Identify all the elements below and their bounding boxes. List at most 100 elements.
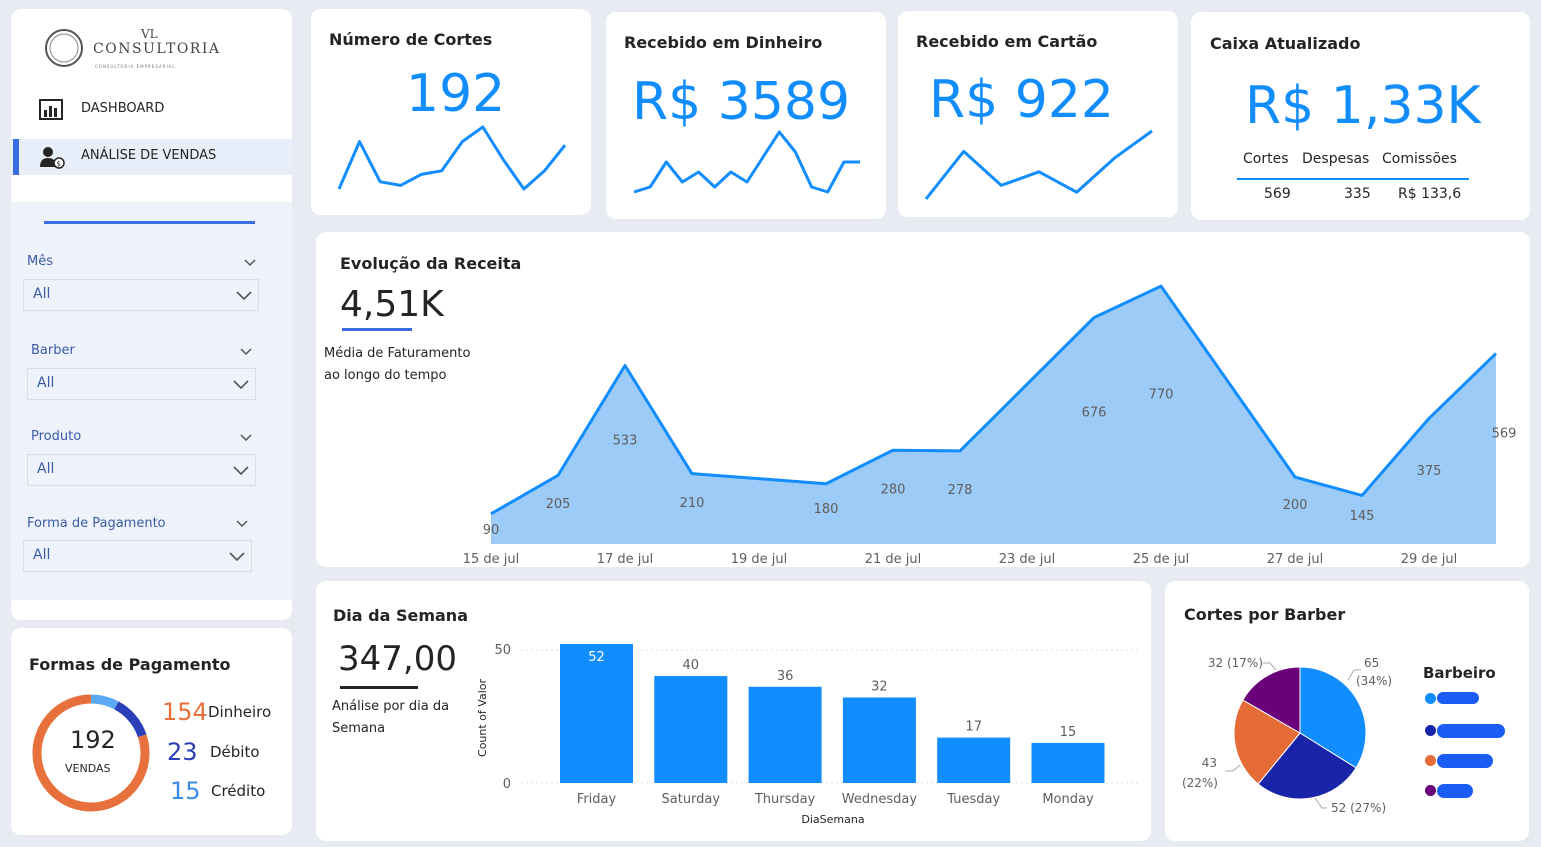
revenue-data-label: 569 [1492, 426, 1517, 441]
x-tick-label: 29 de jul [1401, 552, 1458, 567]
x-tick-label: Friday [577, 792, 617, 807]
bar[interactable] [937, 737, 1011, 783]
chevron-down-icon[interactable] [244, 259, 256, 267]
leader-line [1314, 797, 1327, 809]
active-indicator [13, 139, 19, 175]
nav-analise-vendas-label: ANÁLISE DE VENDAS [81, 148, 217, 163]
pie-data-label: 65 [1364, 656, 1379, 670]
bar[interactable] [1031, 742, 1105, 783]
filter-value-mes: All [33, 286, 51, 302]
kpi-cortes-title: Número de Cortes [329, 30, 493, 49]
x-tick-label: 15 de jul [463, 552, 520, 567]
caixa-value-comissoes: R$ 133,6 [1398, 186, 1462, 202]
x-tick-label: Thursday [754, 792, 816, 807]
payment-count-debito: 23 [167, 738, 198, 766]
revenue-data-label: 375 [1417, 464, 1442, 479]
bar-data-label: 36 [777, 669, 794, 684]
filter-value-pagamento: All [33, 547, 51, 563]
kpi-cortes-value: 192 [406, 64, 506, 124]
y-tick-label: 0 [503, 777, 511, 792]
legend-item[interactable] [1425, 692, 1485, 704]
caixa-header-cortes: Cortes [1243, 151, 1289, 167]
filter-select-produto[interactable]: All [27, 454, 256, 486]
donut-segment[interactable] [90, 694, 119, 710]
legend-item[interactable] [1425, 754, 1495, 768]
x-tick-label: Monday [1042, 792, 1094, 807]
kpi-dinheiro-value: R$ 3589 [632, 72, 851, 132]
legend-dot [1425, 725, 1436, 736]
caixa-divider [1237, 178, 1469, 180]
revenue-data-label: 280 [881, 483, 906, 498]
revenue-data-label: 770 [1149, 387, 1174, 402]
bar[interactable] [654, 676, 728, 783]
user-dollar-icon: $ [40, 147, 65, 169]
kpi-cortes-sparkline [337, 125, 567, 191]
kpi-dinheiro-title: Recebido em Dinheiro [624, 33, 823, 52]
kpi-caixa-value: R$ 1,33K [1245, 76, 1481, 136]
filter-label-barber: Barber [31, 343, 75, 358]
payment-label-dinheiro: Dinheiro [208, 703, 272, 721]
filter-select-mes[interactable]: All [23, 279, 259, 311]
revenue-area [491, 286, 1496, 544]
filter-label-pagamento: Forma de Pagamento [27, 516, 166, 531]
payments-card: Formas de Pagamento 192 VENDAS 154 Dinhe… [11, 628, 292, 835]
kpi-cortes-card: Número de Cortes 192 [311, 9, 591, 215]
revenue-data-label: 180 [814, 502, 839, 517]
weekday-bar-chart[interactable]: 50 0 Count of Valor 52 Friday 40 Saturday 36 Thu… [316, 581, 1151, 841]
legend-item[interactable] [1425, 784, 1475, 798]
chevron-down-icon[interactable] [240, 348, 252, 356]
redacted-bar [1437, 724, 1505, 738]
x-tick-label: Saturday [662, 792, 721, 807]
weekday-card: Dia da Semana 347,00 Análise por dia da … [316, 581, 1151, 841]
chevron-down-icon[interactable] [240, 434, 252, 442]
donut-segment[interactable] [114, 701, 147, 738]
revenue-data-label: 200 [1283, 498, 1308, 513]
brand-logo: VL CONSULTORIA CONSULTORIA EMPRESARIAL [43, 27, 243, 75]
pie-data-label: (34%) [1356, 674, 1392, 688]
bar[interactable] [842, 697, 916, 783]
x-tick-label: Wednesday [842, 792, 918, 807]
barbers-card: Cortes por Barber Barbeiro 65 (34%) 52 (27… [1165, 581, 1529, 841]
chevron-down-icon[interactable] [236, 520, 248, 528]
revenue-data-label: 90 [483, 523, 500, 538]
revenue-area-chart[interactable]: 90 205 533 210 180 280 278 676 770 200 145 375 569 15… [316, 232, 1530, 567]
nav-dashboard-label: DASHBOARD [81, 101, 165, 116]
kpi-caixa-title: Caixa Atualizado [1210, 34, 1361, 53]
bar[interactable] [748, 686, 822, 783]
bar-data-label: 52 [588, 650, 605, 665]
x-tick-label: 23 de jul [999, 552, 1056, 567]
pie-data-label: (22%) [1182, 776, 1218, 790]
x-tick-label: 19 de jul [731, 552, 788, 567]
leader-line [1225, 764, 1241, 772]
x-tick-label: 27 de jul [1267, 552, 1324, 567]
filter-select-pagamento[interactable]: All [23, 540, 252, 572]
caixa-value-despesas: 335 [1344, 186, 1371, 202]
payment-label-credito: Crédito [211, 782, 266, 800]
nav-analise-vendas[interactable]: $ ANÁLISE DE VENDAS [11, 139, 293, 175]
filter-value-barber: All [37, 375, 55, 391]
svg-text:$: $ [57, 160, 61, 168]
kpi-cartao-title: Recebido em Cartão [916, 32, 1098, 51]
payment-count-dinheiro: 154 [162, 698, 208, 726]
filter-select-barber[interactable]: All [27, 368, 256, 400]
legend-item[interactable] [1425, 724, 1509, 738]
filter-value-produto: All [37, 461, 55, 477]
redacted-bar [1437, 754, 1493, 768]
revenue-data-label: 533 [613, 433, 638, 448]
x-axis-label: DiaSemana [801, 813, 864, 826]
ring-logo-icon [45, 29, 83, 67]
legend-dot [1425, 693, 1436, 704]
filter-label-produto: Produto [31, 429, 82, 444]
legend-dot [1425, 755, 1436, 766]
brand-line1: VL [141, 27, 158, 41]
kpi-cartao-value: R$ 922 [929, 70, 1114, 130]
payment-count-credito: 15 [170, 777, 201, 805]
kpi-cartao-card: Recebido em Cartão R$ 922 [898, 11, 1178, 217]
bar-data-label: 15 [1060, 725, 1077, 740]
revenue-data-label: 210 [680, 496, 705, 511]
revenue-data-label: 278 [948, 483, 973, 498]
kpi-caixa-card: Caixa Atualizado R$ 1,33K Cortes Despesa… [1191, 12, 1530, 220]
nav-dashboard[interactable]: DASHBOARD [11, 92, 293, 128]
caixa-header-despesas: Despesas [1302, 151, 1370, 167]
barbers-pie-chart[interactable]: 65 (34%) 52 (27%) 43 (22%) 32 (17%) [1165, 581, 1529, 841]
